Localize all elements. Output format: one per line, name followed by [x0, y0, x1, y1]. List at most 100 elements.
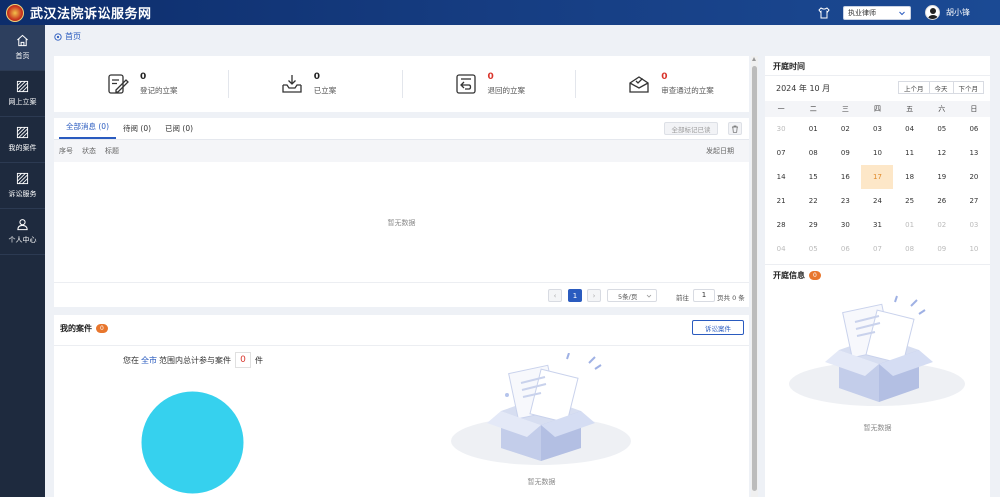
calendar-day[interactable]: 28: [765, 213, 797, 237]
messages-card: 全部消息 (0) 待阅 (0) 已阅 (0) 全部标记已读 序号 状态 标题 发…: [54, 118, 749, 307]
calendar-day[interactable]: 29: [797, 213, 829, 237]
calendar-day-number: 06: [969, 125, 979, 133]
sidebar-item-home[interactable]: 首页: [0, 25, 45, 71]
calendar-month: 2024 年 10 月: [776, 84, 831, 93]
total-count: 页共 0 条: [717, 294, 745, 302]
calendar-day[interactable]: 19: [926, 165, 958, 189]
calendar-day[interactable]: 08: [797, 141, 829, 165]
calendar-day[interactable]: 09: [829, 141, 861, 165]
calendar-day[interactable]: 27: [958, 189, 990, 213]
tab-read[interactable]: 已阅 (0): [158, 123, 200, 139]
calendar-day[interactable]: 05: [797, 237, 829, 261]
calendar-day[interactable]: 26: [926, 189, 958, 213]
calendar-day[interactable]: 18: [894, 165, 926, 189]
empty-state-text: 暂无数据: [527, 478, 556, 486]
calendar-day[interactable]: 01: [797, 117, 829, 141]
role-select[interactable]: 执业律师: [843, 5, 911, 20]
calendar-day[interactable]: 13: [958, 141, 990, 165]
calendar-day[interactable]: 06: [829, 237, 861, 261]
my-cases-card: 我的案件 0 诉讼案件 您在 全市 范围内总计参与案件 0 件 暂无数据: [54, 315, 749, 497]
calendar-day[interactable]: 03: [861, 117, 893, 141]
calendar-title: 开庭时间: [773, 62, 805, 71]
calendar-day-number: 07: [873, 245, 882, 253]
prev-month-button[interactable]: 上个月: [898, 81, 930, 94]
calendar-day[interactable]: 11: [894, 141, 926, 165]
calendar-day[interactable]: 02: [829, 117, 861, 141]
today-button[interactable]: 今天: [929, 81, 954, 94]
sidebar-item-personal-center[interactable]: 个人中心: [0, 209, 45, 255]
calendar-day[interactable]: 22: [797, 189, 829, 213]
avatar[interactable]: [925, 5, 940, 20]
stat-approved[interactable]: 0 审查通过的立案: [575, 68, 749, 100]
page-size-select[interactable]: 5条/页: [607, 289, 657, 302]
tab-unread[interactable]: 待阅 (0): [116, 123, 158, 139]
sidebar-item-label: 网上立案: [8, 98, 37, 106]
username[interactable]: 胡小锋: [946, 7, 970, 18]
summary-city-link[interactable]: 全市: [141, 355, 157, 366]
next-page-button[interactable]: ›: [587, 289, 601, 302]
calendar-day[interactable]: 15: [797, 165, 829, 189]
calendar-day[interactable]: 01: [894, 213, 926, 237]
calendar-day-number: 05: [808, 245, 818, 253]
trash-icon: [732, 125, 738, 133]
sidebar-item-my-cases[interactable]: 我的案件: [0, 117, 45, 163]
calendar-week-row: 30 01 02 03 04 05 06: [765, 117, 990, 141]
calendar-day[interactable]: 03: [958, 213, 990, 237]
home-icon: [17, 34, 28, 47]
scroll-thumb[interactable]: [752, 66, 757, 491]
shirt-icon[interactable]: [818, 6, 830, 19]
calendar-day-today[interactable]: 17: [861, 165, 894, 189]
breadcrumb-home[interactable]: 首页: [65, 31, 81, 42]
calendar-day[interactable]: 31: [861, 213, 893, 237]
calendar-day[interactable]: 16: [829, 165, 861, 189]
current-page[interactable]: 1: [568, 289, 582, 302]
calendar-day[interactable]: 12: [926, 141, 958, 165]
next-month-button[interactable]: 下个月: [953, 81, 984, 94]
striped-square-icon: [16, 80, 29, 93]
calendar-day[interactable]: 30: [829, 213, 861, 237]
main-scrollbar[interactable]: [751, 56, 758, 497]
calendar-day[interactable]: 04: [894, 117, 926, 141]
column-date: 发起日期: [706, 147, 734, 155]
calendar-day[interactable]: 14: [765, 165, 797, 189]
stat-returned[interactable]: 0 退回的立案: [401, 68, 576, 100]
stat-label: 退回的立案: [487, 86, 526, 95]
calendar-day[interactable]: 10: [861, 141, 893, 165]
calendar-day-number: 09: [840, 149, 850, 157]
stat-registered[interactable]: 0 登记的立案: [54, 68, 228, 100]
calendar-day[interactable]: 30: [765, 117, 797, 141]
mark-all-read-button[interactable]: 全部标记已读: [664, 122, 718, 135]
calendar-day[interactable]: 07: [765, 141, 797, 165]
calendar-day[interactable]: 07: [861, 237, 893, 261]
delete-button[interactable]: [728, 122, 742, 135]
goto-page-input[interactable]: 1: [693, 289, 715, 302]
stat-filed[interactable]: 0 已立案: [227, 68, 402, 100]
calendar-day[interactable]: 25: [894, 189, 926, 213]
breadcrumb[interactable]: 首页: [54, 31, 81, 42]
approved-mail-icon: [629, 76, 649, 93]
hearing-info-title: 开庭信息 0: [773, 270, 821, 281]
scroll-up-arrow[interactable]: [752, 57, 756, 61]
site-title[interactable]: 武汉法院诉讼服务网: [30, 3, 152, 22]
calendar-day[interactable]: 10: [958, 237, 990, 261]
calendar-day[interactable]: 05: [926, 117, 958, 141]
sidebar-item-litigation-services[interactable]: 诉讼服务: [0, 163, 45, 209]
empty-state-text: 暂无数据: [387, 219, 416, 227]
calendar-day-number: 13: [969, 149, 979, 157]
calendar-day[interactable]: 08: [894, 237, 926, 261]
calendar-day[interactable]: 24: [861, 189, 893, 213]
cases-title-text: 我的案件: [60, 324, 92, 333]
calendar-day[interactable]: 09: [926, 237, 958, 261]
litigation-cases-button[interactable]: 诉讼案件: [692, 320, 744, 335]
calendar-day[interactable]: 04: [765, 237, 797, 261]
calendar-day[interactable]: 20: [958, 165, 990, 189]
calendar-day-number: 15: [808, 173, 818, 181]
tab-all-messages[interactable]: 全部消息 (0): [59, 121, 117, 139]
prev-page-button[interactable]: ‹: [548, 289, 562, 302]
calendar-day[interactable]: 02: [926, 213, 958, 237]
calendar-week-row: 07 08 09 10 11 12 13: [765, 141, 990, 165]
calendar-day[interactable]: 23: [829, 189, 861, 213]
calendar-day[interactable]: 21: [765, 189, 797, 213]
calendar-day[interactable]: 06: [958, 117, 990, 141]
sidebar-item-online-filing[interactable]: 网上立案: [0, 71, 45, 117]
